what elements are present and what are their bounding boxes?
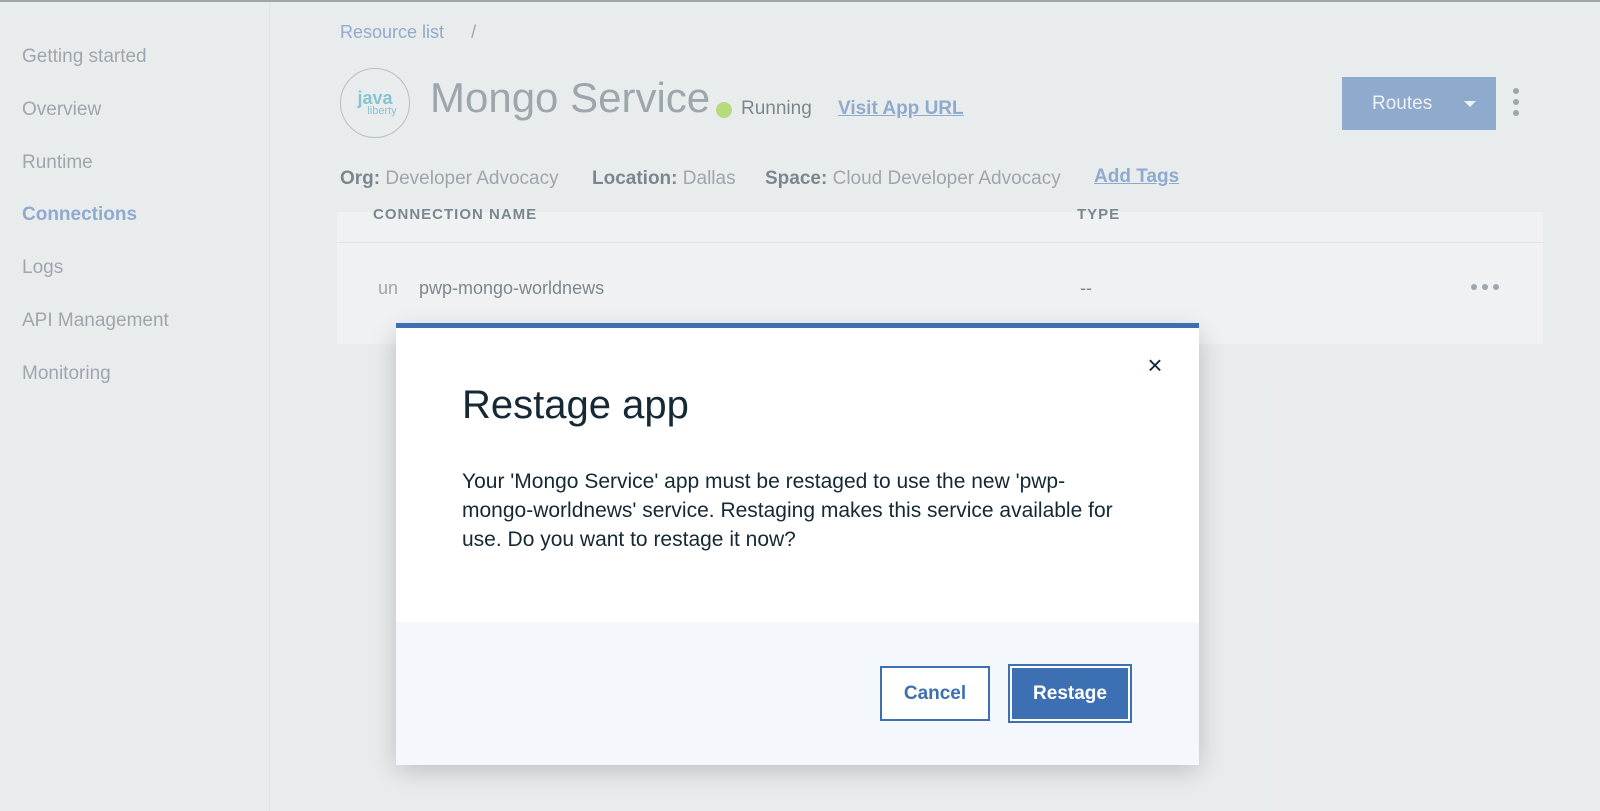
close-icon[interactable]: × xyxy=(1145,352,1165,378)
restage-button[interactable]: Restage xyxy=(1008,664,1132,723)
modal-footer: Cancel Restage xyxy=(396,622,1199,765)
restage-modal: × Restage app Your 'Mongo Service' app m… xyxy=(396,323,1199,765)
modal-title: Restage app xyxy=(462,383,689,427)
cancel-button[interactable]: Cancel xyxy=(880,666,990,721)
modal-body-text: Your 'Mongo Service' app must be restage… xyxy=(462,470,1113,551)
